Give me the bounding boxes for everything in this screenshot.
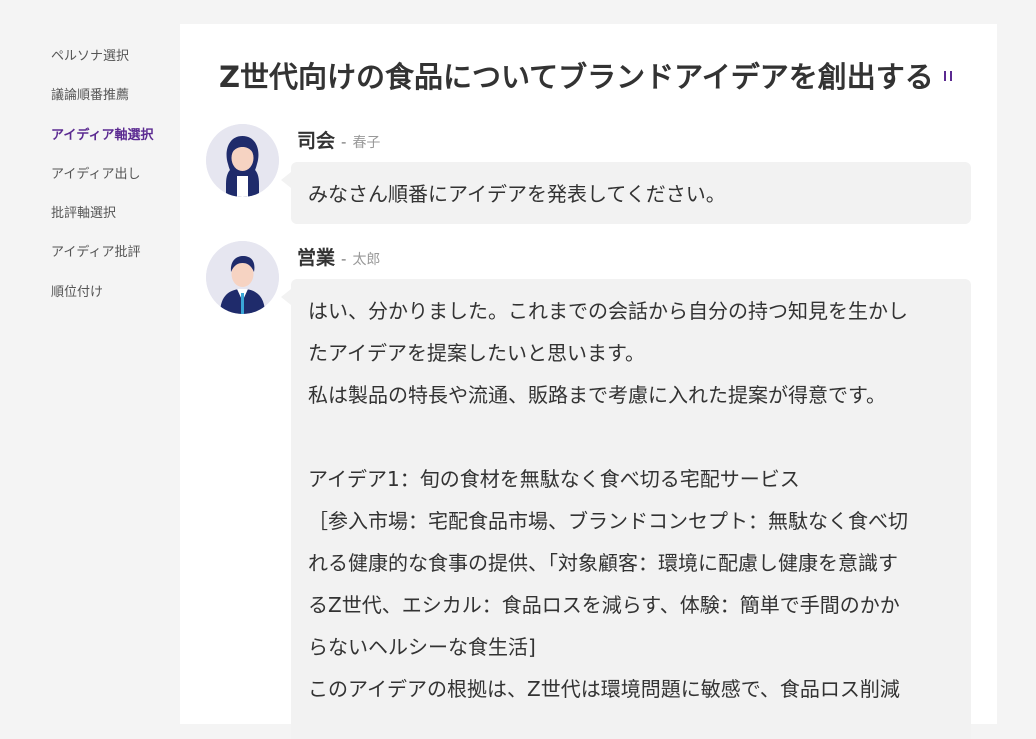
sidebar-item-idea-axis-select[interactable]: アイディア軸選択 [51, 124, 153, 143]
speaker-person: 太郎 [352, 252, 381, 268]
message-line: はい、分かりました。これまでの会話から自分の持つ知見を生かし [308, 299, 908, 323]
message-bubble: はい、分かりました。これまでの会話から自分の持つ知見を生かし たアイデアを提案し… [281, 279, 971, 739]
message-line: このアイデアの根拠は、Z世代は環境問題に敏感で、食品ロス削減 [308, 677, 900, 701]
speaker-role: 営業 [297, 247, 336, 269]
message-line: アイデア1：旬の食材を無駄なく食べ切る宅配サービス [308, 467, 800, 491]
speaker-separator: - [341, 250, 347, 268]
sidebar-item-idea-generation[interactable]: アイディア出し [51, 163, 140, 182]
sidebar: ペルソナ選択 議論順番推薦 アイディア軸選択 アイディア出し 批評軸選択 アイデ… [0, 0, 180, 700]
speaker-person: 春子 [352, 135, 381, 151]
sidebar-item-critique-axis-select[interactable]: 批評軸選択 [51, 202, 116, 221]
chat-panel: Z世代向けの食品についてブランドアイデアを創出する 司会 - 春子 みなさん順番にア… [180, 24, 997, 739]
message-line: れる健康的な食事の提供、「対象顧客：環境に配慮し健康を意識す [308, 551, 898, 575]
sidebar-item-idea-critique[interactable]: アイディア批評 [51, 241, 140, 260]
message-text: みなさん順番にアイデアを発表してください。 [308, 182, 726, 206]
message-line: らないヘルシーな食生活] [308, 635, 536, 659]
page-title: Z世代向けの食品についてブランドアイデアを創出する [219, 60, 934, 94]
speaker-label: 営業 - 太郎 [297, 243, 380, 270]
pause-icon[interactable] [944, 71, 953, 81]
speaker-role: 司会 [297, 130, 336, 152]
message-line: 私は製品の特長や流通、販路まで考慮に入れた提案が得意です。 [308, 383, 886, 407]
message-line [308, 416, 954, 458]
message-line: るZ世代、エシカル：食品ロスを減らす、体験：簡単で手間のかか [308, 593, 900, 617]
sidebar-item-ranking[interactable]: 順位付け [51, 281, 103, 300]
speaker-separator: - [341, 133, 347, 151]
message-bubble: みなさん順番にアイデアを発表してください。 [281, 162, 971, 224]
avatar-sales [206, 241, 279, 314]
speaker-label: 司会 - 春子 [297, 126, 380, 153]
message-line: たアイデアを提案したいと思います。 [308, 341, 645, 365]
message-line: ［参入市場：宅配食品市場、ブランドコンセプト：無駄なく食べ切 [308, 509, 908, 533]
avatar-moderator [206, 124, 279, 197]
sidebar-item-discussion-order[interactable]: 議論順番推薦 [51, 84, 129, 103]
sidebar-item-persona-select[interactable]: ペルソナ選択 [51, 45, 129, 64]
